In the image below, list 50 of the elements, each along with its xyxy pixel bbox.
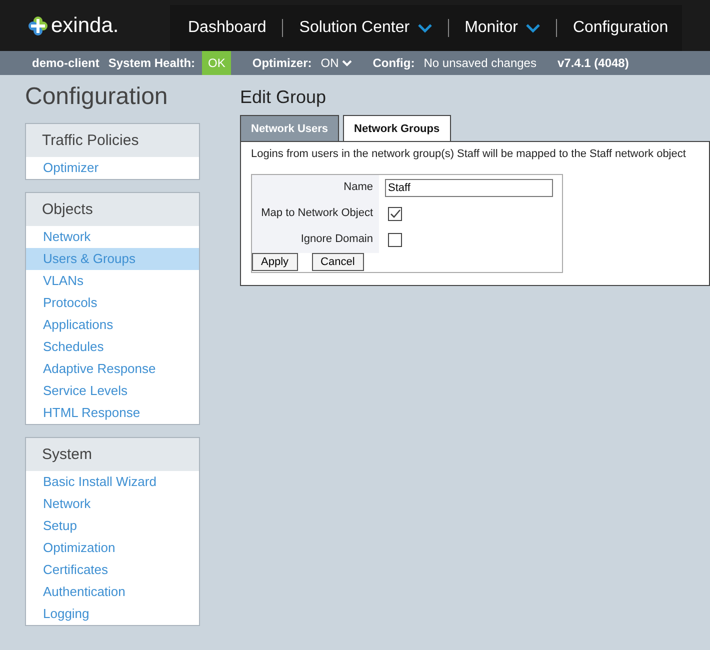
name-input[interactable]: Staff <box>385 179 553 197</box>
sidebar-item[interactable]: Logging <box>26 603 199 625</box>
nav-link[interactable]: Monitor <box>464 19 540 37</box>
section-title: Edit Group <box>240 87 328 108</box>
nav-link[interactable]: Configuration <box>572 19 668 37</box>
health-status: OK <box>202 51 232 75</box>
panel-title: System <box>26 438 199 471</box>
config-status: No unsaved changes <box>424 56 536 70</box>
client-name: demo-client <box>32 56 100 70</box>
optimizer-dropdown[interactable]: ON <box>320 56 352 70</box>
sidebar-item[interactable]: Protocols <box>26 292 199 314</box>
form-button[interactable]: Cancel <box>312 253 364 271</box>
sidebar-item[interactable]: Network <box>26 493 199 515</box>
optimizer-label: Optimizer: <box>252 56 312 70</box>
sidebar-item[interactable]: VLANs <box>26 270 199 292</box>
sidebar-item[interactable]: Schedules <box>26 336 199 358</box>
sidebar-item[interactable]: Users & Groups <box>26 248 199 270</box>
checkbox[interactable] <box>388 207 402 221</box>
sidebar-item[interactable]: Certificates <box>26 559 199 581</box>
tab[interactable]: Network Groups <box>343 115 451 141</box>
form-button[interactable]: Apply <box>252 253 298 271</box>
checkbox[interactable] <box>388 233 402 247</box>
sidebar-item[interactable]: Applications <box>26 314 199 336</box>
sidebar-item[interactable]: Authentication <box>26 581 199 603</box>
nav-link[interactable]: Solution Center <box>299 19 432 37</box>
sidebar-item[interactable]: Optimizer <box>26 157 199 179</box>
page-title: Configuration <box>25 83 169 111</box>
panel-title: Objects <box>26 193 199 226</box>
chevron-icon <box>342 60 352 66</box>
sidebar-item[interactable]: Setup <box>26 515 199 537</box>
nav-link[interactable]: Dashboard <box>188 19 266 37</box>
chevron-icon <box>526 24 540 32</box>
sidebar-item[interactable]: Adaptive Response <box>26 358 199 380</box>
sidebar-item[interactable]: Optimization <box>26 537 199 559</box>
field-label: Name <box>252 175 379 201</box>
panel-title: Traffic Policies <box>26 124 199 157</box>
health-label: System Health: <box>108 56 196 70</box>
sidebar-item[interactable]: Network <box>26 226 199 248</box>
description-text: Logins from users in the network group(s) Staff will be mapped to the Staff network object <box>251 148 687 160</box>
sidebar-item[interactable]: HTML Response <box>26 402 199 424</box>
chevron-icon <box>418 24 432 32</box>
field-label: Ignore Domain <box>252 227 379 253</box>
version-text: v7.4.1 (4048) <box>557 56 629 70</box>
tab[interactable]: Network Users <box>240 115 340 141</box>
field-label: Map to Network Object <box>252 201 379 227</box>
sidebar-item[interactable]: Basic Install Wizard <box>26 471 199 493</box>
sidebar-item[interactable]: Service Levels <box>26 380 199 402</box>
brand-name: exinda. <box>51 14 119 38</box>
logo-icon <box>28 16 48 36</box>
config-label: Config: <box>372 56 415 70</box>
